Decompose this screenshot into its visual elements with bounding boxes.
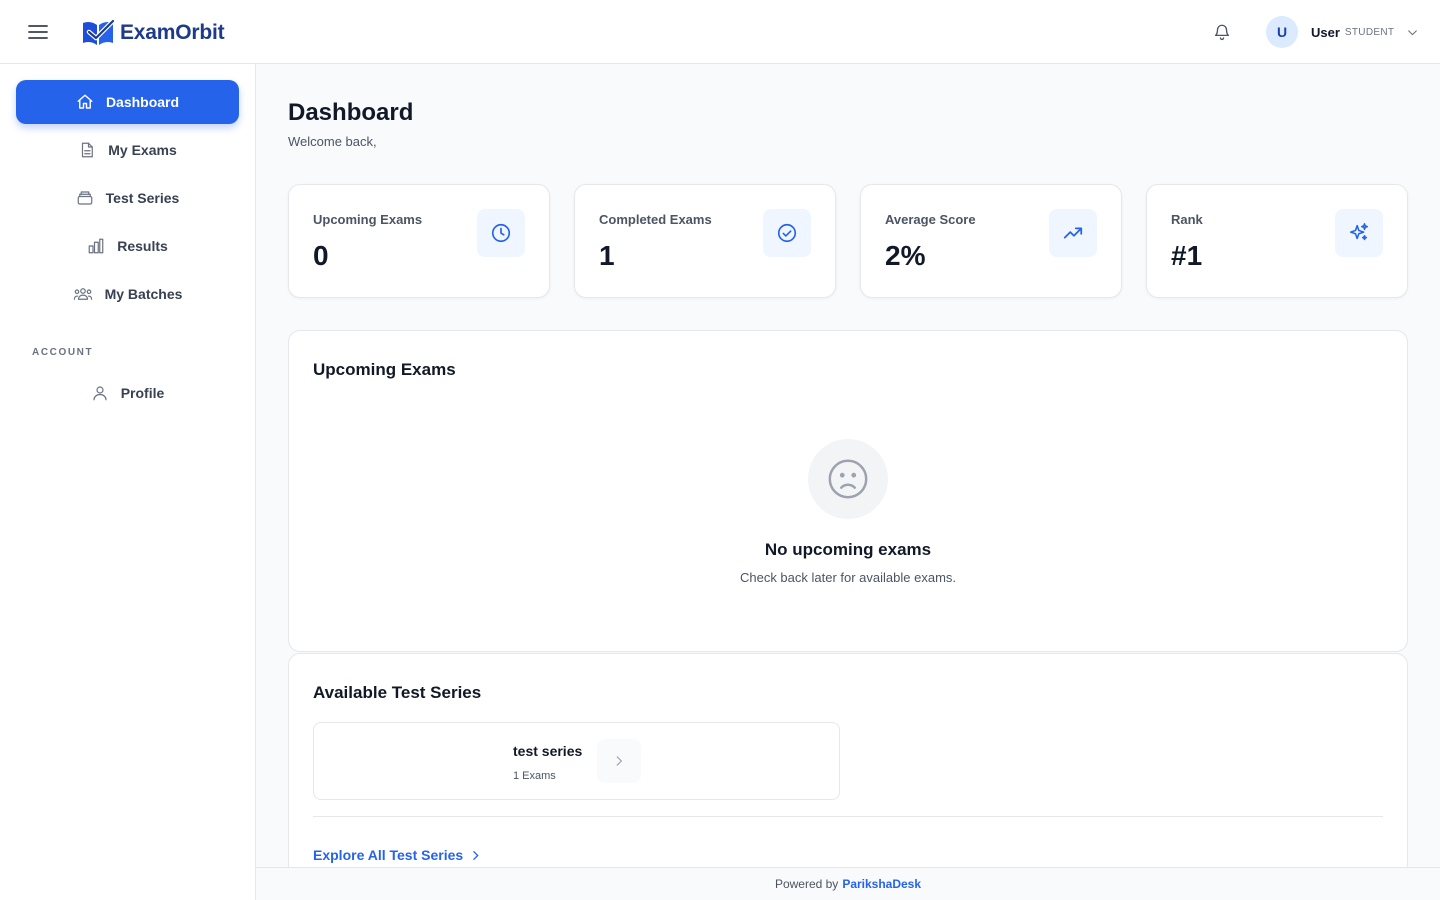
panel-title: Upcoming Exams bbox=[313, 360, 456, 379]
stat-label: Completed Exams bbox=[599, 212, 712, 227]
sidebar-item-label: Profile bbox=[120, 385, 165, 401]
stat-value: 1 bbox=[599, 240, 615, 271]
footer-prefix: Powered by bbox=[774, 877, 839, 891]
explore-all-test-series-link[interactable]: Explore All Test Series bbox=[313, 847, 482, 863]
sidebar-item-label: Test Series bbox=[105, 190, 180, 206]
stat-label: Upcoming Exams bbox=[313, 212, 423, 227]
sidebar: Dashboard My Exams Test Series Results M… bbox=[0, 64, 256, 900]
sidebar-item-test-series[interactable]: Test Series bbox=[16, 176, 239, 220]
home-icon bbox=[77, 94, 93, 109]
trending-up-icon bbox=[1049, 209, 1097, 257]
stat-label: Average Score bbox=[885, 212, 976, 227]
sidebar-item-label: My Batches bbox=[104, 286, 183, 302]
chevron-right-icon bbox=[473, 850, 479, 860]
stat-label: Rank bbox=[1171, 212, 1203, 227]
sad-face-icon bbox=[808, 439, 888, 519]
document-icon bbox=[82, 142, 94, 158]
stat-value: 0 bbox=[313, 240, 329, 271]
bar-chart-icon bbox=[88, 238, 104, 254]
sidebar-item-profile[interactable]: Profile bbox=[16, 371, 239, 415]
empty-state-subtitle: Check back later for available exams. bbox=[739, 570, 957, 585]
app-logo[interactable]: ExamOrbit bbox=[80, 18, 225, 48]
menu-icon[interactable] bbox=[24, 18, 52, 46]
chevron-right-icon[interactable] bbox=[597, 739, 641, 783]
stat-card-upcoming: Upcoming Exams 0 bbox=[288, 184, 550, 298]
chevron-down-icon bbox=[1408, 29, 1418, 35]
series-exam-count: 1 Exams bbox=[513, 770, 556, 782]
sidebar-item-label: Results bbox=[117, 238, 168, 254]
sidebar-item-my-batches[interactable]: My Batches bbox=[16, 272, 239, 316]
user-icon bbox=[93, 386, 107, 401]
bell-icon[interactable] bbox=[1210, 20, 1234, 44]
section-heading-account: ACCOUNT bbox=[32, 347, 94, 358]
top-header: ExamOrbit U User STUDENT bbox=[0, 0, 1440, 64]
divider bbox=[313, 816, 1383, 817]
empty-state-title: No upcoming exams bbox=[764, 540, 932, 559]
users-icon bbox=[73, 288, 92, 300]
stat-card-rank: Rank #1 bbox=[1146, 184, 1408, 298]
sparkles-icon bbox=[1335, 209, 1383, 257]
stat-card-completed: Completed Exams 1 bbox=[574, 184, 836, 298]
test-series-panel: Available Test Series test series 1 Exam… bbox=[288, 653, 1408, 893]
logo-text: ExamOrbit bbox=[120, 21, 225, 44]
stat-card-average-score: Average Score 2% bbox=[860, 184, 1122, 298]
stat-value: #1 bbox=[1171, 240, 1203, 271]
series-name: test series bbox=[513, 743, 583, 759]
page-title: Dashboard bbox=[288, 99, 414, 126]
logo-check-icon bbox=[83, 19, 116, 45]
user-role: STUDENT bbox=[1344, 26, 1395, 38]
test-series-card[interactable]: test series 1 Exams bbox=[313, 722, 840, 800]
avatar: U bbox=[1266, 16, 1298, 48]
sidebar-item-label: My Exams bbox=[108, 142, 177, 158]
sidebar-item-label: Dashboard bbox=[105, 94, 180, 110]
explore-link-label: Explore All Test Series bbox=[313, 847, 464, 863]
stat-value: 2% bbox=[885, 240, 926, 271]
user-menu[interactable]: U User STUDENT bbox=[1266, 16, 1419, 48]
sidebar-item-dashboard[interactable]: Dashboard bbox=[16, 80, 239, 124]
page-subtitle: Welcome back, bbox=[288, 134, 377, 149]
sidebar-item-my-exams[interactable]: My Exams bbox=[16, 128, 239, 172]
sidebar-item-results[interactable]: Results bbox=[16, 224, 239, 268]
check-circle-icon bbox=[763, 209, 811, 257]
footer: Powered by ParikshaDesk bbox=[256, 867, 1440, 900]
panel-title: Available Test Series bbox=[313, 683, 482, 702]
footer-brand-link[interactable]: ParikshaDesk bbox=[842, 877, 921, 891]
clock-icon bbox=[477, 209, 525, 257]
user-name: User bbox=[1311, 24, 1340, 40]
stack-icon bbox=[77, 191, 93, 205]
upcoming-exams-panel: Upcoming Exams No upcoming exams Check b… bbox=[288, 330, 1408, 652]
